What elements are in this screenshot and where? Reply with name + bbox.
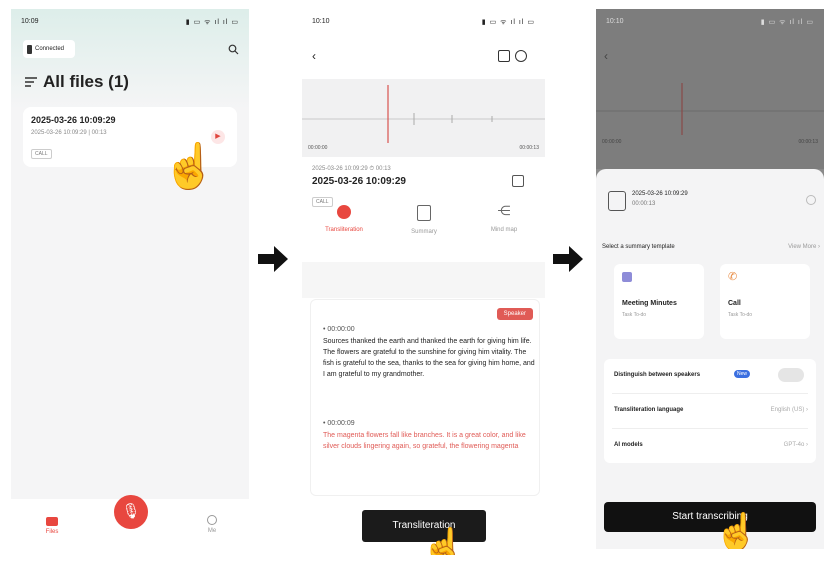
- arrow-right-icon: [258, 246, 288, 272]
- recording-meta: 2025-03-26 10:09:29 | 00:13: [31, 130, 107, 136]
- setting-label: AI models: [614, 442, 643, 448]
- dimmed-background: 10:10 ▮ ▭ ᯤ ıl ıl ▭ ‹ 00:00:00 00:00:13: [596, 9, 824, 169]
- status-icons: ▮ ▭ ᯤ ıl ıl ▭: [481, 19, 535, 26]
- waveform[interactable]: 00:00:00 00:00:13: [302, 79, 545, 157]
- transliteration-icon: [337, 205, 351, 219]
- tool-summary[interactable]: Summary: [388, 203, 460, 235]
- page-title-text: All files (1): [43, 72, 129, 91]
- setting-label: Distinguish between speakers: [614, 372, 701, 378]
- status-bar: 10:10 ▮ ▭ ᯤ ıl ıl ▭: [302, 9, 545, 33]
- setting-language[interactable]: Transliteration language English (US) ›: [612, 394, 808, 429]
- tap-hand-icon: ☝: [162, 142, 217, 191]
- setting-ai-models[interactable]: AI models GPT-4o ›: [612, 429, 808, 463]
- setting-label: Transliteration language: [614, 407, 684, 413]
- speaker-toggle[interactable]: [778, 368, 804, 382]
- arrow-right-icon: [553, 246, 583, 272]
- mind-map-icon: ⋲: [497, 203, 511, 218]
- close-icon[interactable]: [806, 195, 816, 205]
- waveform-graphic: [302, 85, 545, 143]
- segment-1-text: Sources thanked the earth and thanked th…: [323, 338, 535, 378]
- transcribe-bottom-sheet: 2025-03-26 10:09:29 00:00:13 Select a su…: [596, 169, 824, 549]
- connection-status-label: Connected: [35, 46, 65, 52]
- tab-me[interactable]: Me: [197, 515, 227, 534]
- template-call[interactable]: ✆ Call Task To-do: [720, 264, 810, 339]
- file-icon: [608, 191, 626, 211]
- segment-2-time: • 00:00:09: [323, 420, 355, 427]
- segment-2-text: The magenta flowers fall like branches. …: [323, 432, 526, 450]
- share-icon[interactable]: [498, 50, 510, 62]
- waveform-start-time: 00:00:00: [308, 145, 328, 151]
- tool-mind-map[interactable]: ⋲ Mind map: [468, 203, 540, 233]
- tab-me-label: Me: [207, 528, 217, 534]
- status-bar: 10:10 ▮ ▭ ᯤ ıl ıl ▭: [596, 9, 824, 33]
- status-bar: 10:09 ▮ ▭ ᯤ ıl ıl ▭: [11, 9, 249, 33]
- segment-1-time: • 00:00:00: [323, 326, 355, 333]
- meeting-icon: [622, 272, 632, 282]
- status-time: 10:09: [21, 18, 39, 25]
- back-icon[interactable]: ‹: [312, 49, 316, 63]
- edit-icon[interactable]: [512, 175, 524, 187]
- connection-status-button[interactable]: Connected: [23, 40, 75, 58]
- recording-tag: CALL: [31, 149, 52, 159]
- microphone-icon: 🎙: [121, 503, 141, 520]
- more-icon[interactable]: [515, 50, 527, 62]
- view-more-link[interactable]: View More ›: [788, 244, 820, 250]
- status-icons: ▮ ▭ ᯤ ıl ıl ▭: [185, 19, 239, 26]
- waveform-start-time: 00:00:00: [602, 139, 622, 145]
- template-label: Select a summary template: [602, 244, 675, 250]
- menu-icon[interactable]: [25, 77, 37, 87]
- file-name: 2025-03-26 10:09:29: [632, 191, 688, 197]
- status-icons: ▮ ▭ ᯤ ıl ıl ▭: [760, 19, 814, 26]
- tool-transliteration[interactable]: Transliteration: [308, 203, 380, 233]
- tap-hand-icon: ☝: [421, 526, 466, 556]
- back-icon[interactable]: ‹: [604, 49, 608, 63]
- setting-value: GPT-4o ›: [783, 442, 808, 448]
- template-tags: Task To-do: [622, 312, 647, 318]
- transcript-card: Speaker • 00:00:00 Sources thanked the e…: [310, 299, 540, 496]
- settings-box: Distinguish between speakers New Transli…: [604, 359, 816, 463]
- divider-band: [302, 262, 545, 298]
- record-button[interactable]: 🎙: [114, 495, 148, 529]
- file-duration: 00:00:13: [632, 201, 656, 207]
- speaker-badge[interactable]: Speaker: [496, 308, 533, 320]
- tool-mind-map-label: Mind map: [490, 227, 518, 233]
- template-name: Meeting Minutes: [622, 300, 677, 307]
- status-time: 10:10: [606, 18, 624, 25]
- setting-distinguish-speakers: Distinguish between speakers New: [612, 359, 808, 394]
- page-title: All files (1): [25, 72, 129, 92]
- user-icon: [207, 515, 217, 525]
- template-meeting-minutes[interactable]: Meeting Minutes Task To-do: [614, 264, 704, 339]
- recording-meta: 2025-03-26 10:09:29 ⏱ 00:13: [312, 166, 391, 172]
- tool-transliteration-label: Transliteration: [325, 227, 363, 233]
- template-name: Call: [728, 300, 741, 307]
- setting-value: English (US) ›: [770, 407, 808, 413]
- tool-summary-label: Summary: [411, 229, 437, 235]
- phone-recording-detail-screen: 10:10 ▮ ▭ ᯤ ıl ıl ▭ ‹ 00:00:00 00:00:13 …: [302, 9, 545, 555]
- waveform-end-time: 00:00:13: [798, 139, 818, 145]
- tab-files-label: Files: [45, 529, 59, 535]
- template-tags: Task To-do: [728, 312, 753, 318]
- recording-name: 2025-03-26 10:09:29: [31, 115, 116, 125]
- new-badge: New: [734, 370, 751, 378]
- device-icon: [27, 44, 32, 54]
- waveform-graphic: [596, 83, 824, 135]
- bottom-tab-bar: Files 🎙 Me: [11, 495, 249, 555]
- tab-files[interactable]: Files: [37, 517, 67, 535]
- start-transcribing-button[interactable]: Start transcribing: [604, 502, 816, 532]
- phone-files-screen: 10:09 ▮ ▭ ᯤ ıl ıl ▭ Connected All files …: [11, 9, 249, 555]
- search-icon[interactable]: [228, 44, 239, 55]
- waveform-end-time: 00:00:13: [519, 145, 539, 151]
- status-time: 10:10: [312, 18, 330, 25]
- recording-tag-wrap: CALL: [31, 142, 52, 160]
- tap-hand-icon: ☝: [714, 511, 759, 550]
- recording-name: 2025-03-26 10:09:29: [312, 176, 406, 187]
- phone-icon: ✆: [728, 271, 738, 283]
- tool-bar: Transliteration Summary ⋲ Mind map: [302, 203, 545, 259]
- folder-icon: [46, 517, 58, 526]
- summary-icon: [417, 205, 431, 221]
- phone-transcribe-sheet-screen: 10:10 ▮ ▭ ᯤ ıl ıl ▭ ‹ 00:00:00 00:00:13 …: [596, 9, 824, 549]
